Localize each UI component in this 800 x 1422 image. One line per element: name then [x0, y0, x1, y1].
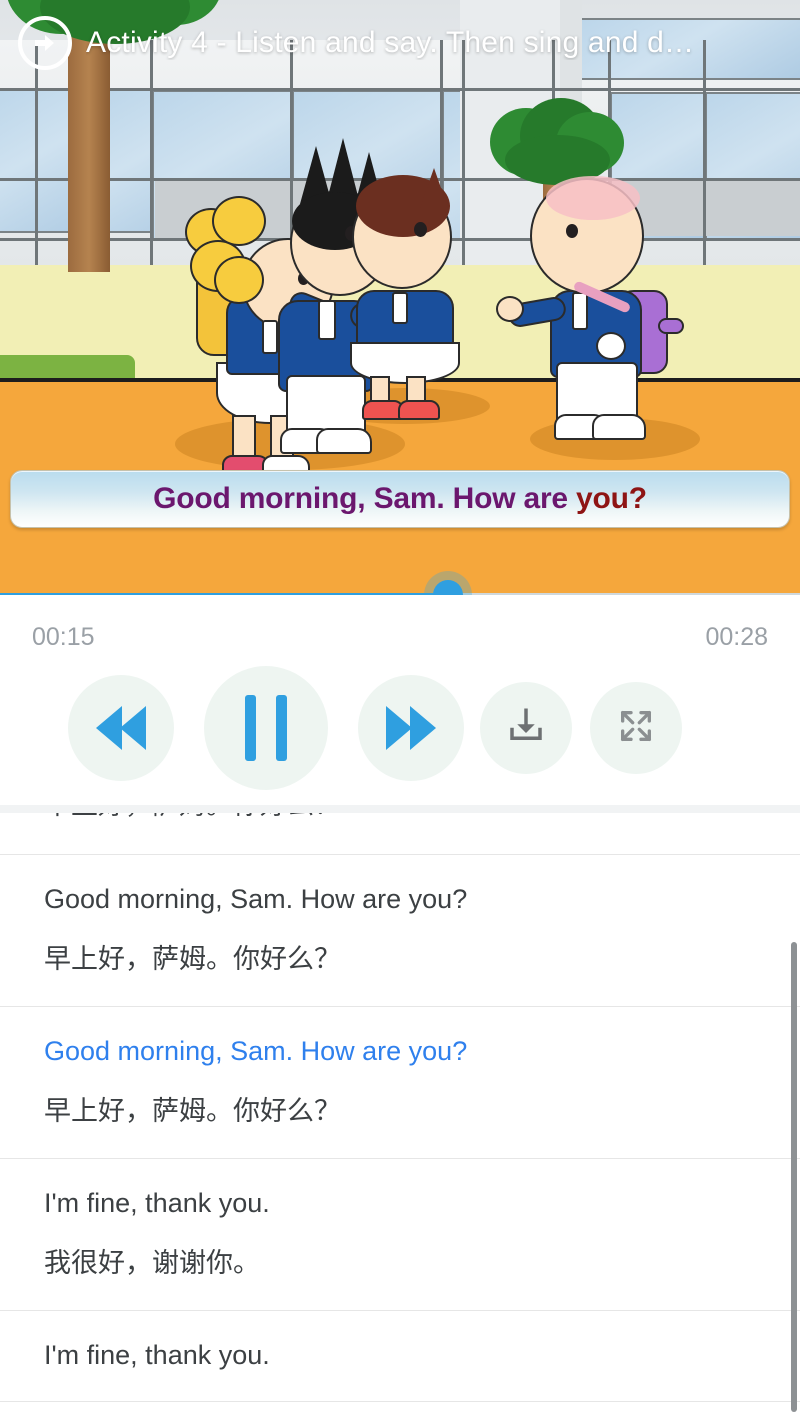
transcript-line-cn: 早上好，萨姆。你好么？	[44, 813, 756, 823]
transcript-row[interactable]: Good morning, Sam. How are you? 早上好，萨姆。你好…	[0, 1007, 800, 1159]
video-progress-bar[interactable]	[0, 571, 800, 595]
transcript-scrollbar[interactable]	[791, 942, 797, 1412]
transcript-line-cn: 早上好，萨姆。你好么？	[44, 944, 341, 975]
page-title: Activity 4 - Listen and say. Then sing a…	[86, 25, 695, 59]
transcript-top-divider	[0, 805, 800, 813]
fullscreen-button[interactable]	[590, 682, 682, 774]
transcript-line-cn: 我很好，谢谢你。	[44, 1248, 260, 1279]
back-arrow-circle-icon	[30, 28, 60, 58]
transcript-row[interactable]: I'm fine, thank you.	[0, 1311, 800, 1403]
transcript-panel[interactable]: Good morning, Sam. How are you? 早上好，萨姆。你好…	[0, 805, 800, 1422]
fast-forward-icon	[386, 706, 436, 750]
time-display: 00:15 00:28	[0, 623, 800, 652]
current-time: 00:15	[32, 623, 95, 651]
transcript-line-en: Good morning, Sam. How are you?	[44, 1035, 468, 1066]
download-icon	[505, 705, 547, 752]
fullscreen-icon	[616, 706, 656, 751]
transcript-row[interactable]: Good morning, Sam. How are you? 早上好，萨姆。你好…	[0, 855, 800, 1007]
media-player-screen: Good morning, Sam. How are you? Activity…	[0, 0, 800, 1422]
transcript-line-en: Good morning, Sam. How are you?	[44, 884, 468, 914]
transcript-row[interactable]: Good morning, Sam. How are you?早上好，萨姆。你好…	[0, 813, 800, 855]
rewind-icon	[96, 706, 146, 750]
transcript-line-en: I'm fine, thank you.	[44, 1339, 270, 1370]
video-stage[interactable]: Good morning, Sam. How are you? Activity…	[0, 0, 800, 595]
app-header: Activity 4 - Listen and say. Then sing a…	[0, 0, 800, 85]
pause-icon	[245, 695, 287, 761]
transcript-line-cn: 早上好，萨姆。你好么？	[44, 1096, 341, 1127]
control-button-row	[0, 666, 800, 790]
player-controls: 00:15 00:28	[0, 595, 800, 805]
subtitle-text: Good morning, Sam. How are you?	[153, 482, 647, 516]
subtitle-text-primary: Good morning, Sam. How are	[153, 482, 577, 515]
progress-fill	[0, 593, 448, 595]
total-time: 00:28	[705, 623, 768, 651]
transcript-list[interactable]: Good morning, Sam. How are you? 早上好，萨姆。你好…	[0, 813, 800, 1403]
transcript-row[interactable]: I'm fine, thank you. 我很好，谢谢你。	[0, 1159, 800, 1311]
pause-button[interactable]	[204, 666, 328, 790]
forward-button[interactable]	[358, 675, 464, 781]
subtitle-text-highlight: you?	[576, 482, 647, 515]
transcript-line-en: I'm fine, thank you.	[44, 1187, 270, 1218]
video-subtitle-bar: Good morning, Sam. How are you?	[10, 470, 790, 528]
download-button[interactable]	[480, 682, 572, 774]
back-button[interactable]	[18, 15, 72, 70]
rewind-button[interactable]	[68, 675, 174, 781]
